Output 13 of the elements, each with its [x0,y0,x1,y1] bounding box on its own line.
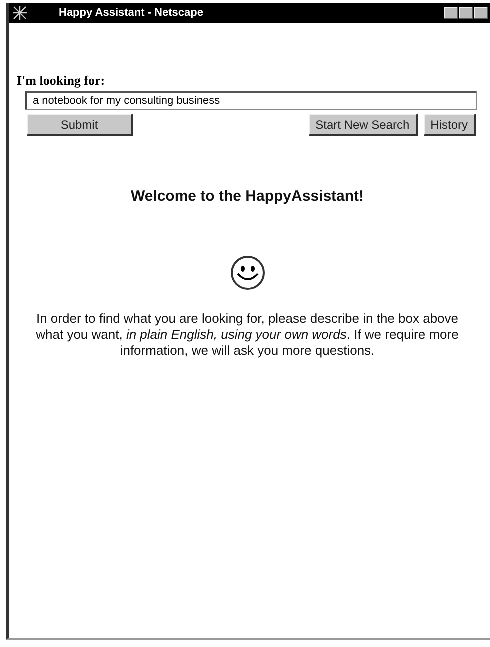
close-button[interactable] [474,7,488,19]
maximize-button[interactable] [459,7,473,19]
submit-button[interactable]: Submit [27,114,133,136]
form-button[interactable]: Start New Search [308,114,418,136]
welcome-message: In order to find what you are looking for, please describe in the box above what you want, in plain English, using your own words. If we require more information, we will ask you more questions. [35,311,460,359]
search-field[interactable]: a notebook for my consulting business [25,91,477,110]
form-button[interactable]: History [424,114,476,136]
search-label: I'm looking for: [17,73,106,89]
minimize-button[interactable] [444,7,458,19]
smiley-icon [230,255,266,291]
app-icon [13,6,27,20]
welcome-heading: Welcome to the HappyAssistant! [130,188,366,205]
window-title: Happy Assistant - Netscape [59,7,204,19]
